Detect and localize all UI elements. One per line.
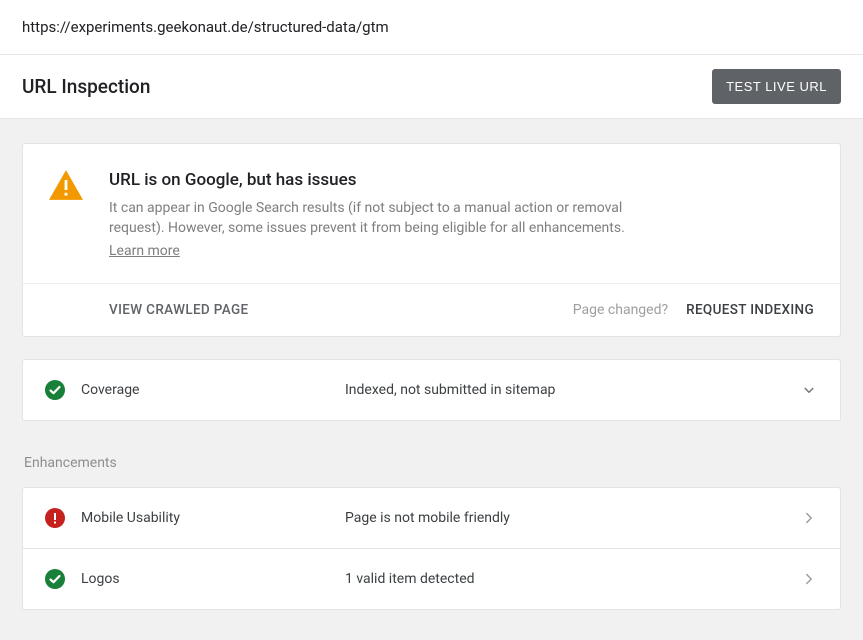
enhancements-list: Mobile Usability Page is not mobile frie… bbox=[22, 487, 841, 610]
learn-more-link[interactable]: Learn more bbox=[109, 243, 180, 259]
chevron-right-icon bbox=[800, 570, 818, 588]
page-title: URL Inspection bbox=[22, 75, 150, 98]
status-description: It can appear in Google Search results (… bbox=[109, 198, 679, 239]
coverage-section: Coverage Indexed, not submitted in sitem… bbox=[22, 359, 841, 421]
status-card: URL is on Google, but has issues It can … bbox=[22, 143, 841, 337]
status-icon-wrap bbox=[49, 170, 109, 259]
subheader: URL Inspection TEST LIVE URL bbox=[0, 55, 863, 119]
request-indexing-button[interactable]: REQUEST INDEXING bbox=[686, 302, 814, 318]
enhancement-status-icon-wrap bbox=[45, 569, 81, 589]
enhancement-row-logos[interactable]: Logos 1 valid item detected bbox=[22, 549, 841, 610]
page-changed-label: Page changed? bbox=[573, 302, 668, 318]
check-circle-icon bbox=[45, 380, 65, 400]
enhancements-section-label: Enhancements bbox=[24, 455, 841, 471]
enhancement-status-icon-wrap bbox=[45, 508, 81, 528]
coverage-label: Coverage bbox=[81, 382, 345, 398]
view-crawled-page-button[interactable]: VIEW CRAWLED PAGE bbox=[109, 302, 249, 318]
content: URL is on Google, but has issues It can … bbox=[0, 119, 863, 640]
enhancement-row-mobile-usability[interactable]: Mobile Usability Page is not mobile frie… bbox=[22, 487, 841, 549]
enhancement-value: Page is not mobile friendly bbox=[345, 510, 800, 526]
test-live-url-button[interactable]: TEST LIVE URL bbox=[712, 69, 841, 104]
url-bar[interactable]: https://experiments.geekonaut.de/structu… bbox=[0, 0, 863, 55]
status-heading: URL is on Google, but has issues bbox=[109, 170, 679, 190]
status-card-footer: VIEW CRAWLED PAGE Page changed? REQUEST … bbox=[23, 283, 840, 336]
check-circle-icon bbox=[45, 569, 65, 589]
chevron-right-icon bbox=[800, 509, 818, 527]
enhancement-value: 1 valid item detected bbox=[345, 571, 800, 587]
coverage-value: Indexed, not submitted in sitemap bbox=[345, 382, 800, 398]
error-circle-icon bbox=[45, 508, 65, 528]
status-block: URL is on Google, but has issues It can … bbox=[23, 144, 840, 283]
status-text: URL is on Google, but has issues It can … bbox=[109, 170, 679, 259]
coverage-row[interactable]: Coverage Indexed, not submitted in sitem… bbox=[22, 359, 841, 421]
warning-triangle-icon bbox=[49, 170, 83, 200]
enhancement-label: Mobile Usability bbox=[81, 510, 345, 526]
inspected-url: https://experiments.geekonaut.de/structu… bbox=[22, 18, 389, 36]
enhancement-label: Logos bbox=[81, 571, 345, 587]
coverage-status-icon-wrap bbox=[45, 380, 81, 400]
footer-right: Page changed? REQUEST INDEXING bbox=[573, 302, 814, 318]
chevron-down-icon bbox=[800, 381, 818, 399]
